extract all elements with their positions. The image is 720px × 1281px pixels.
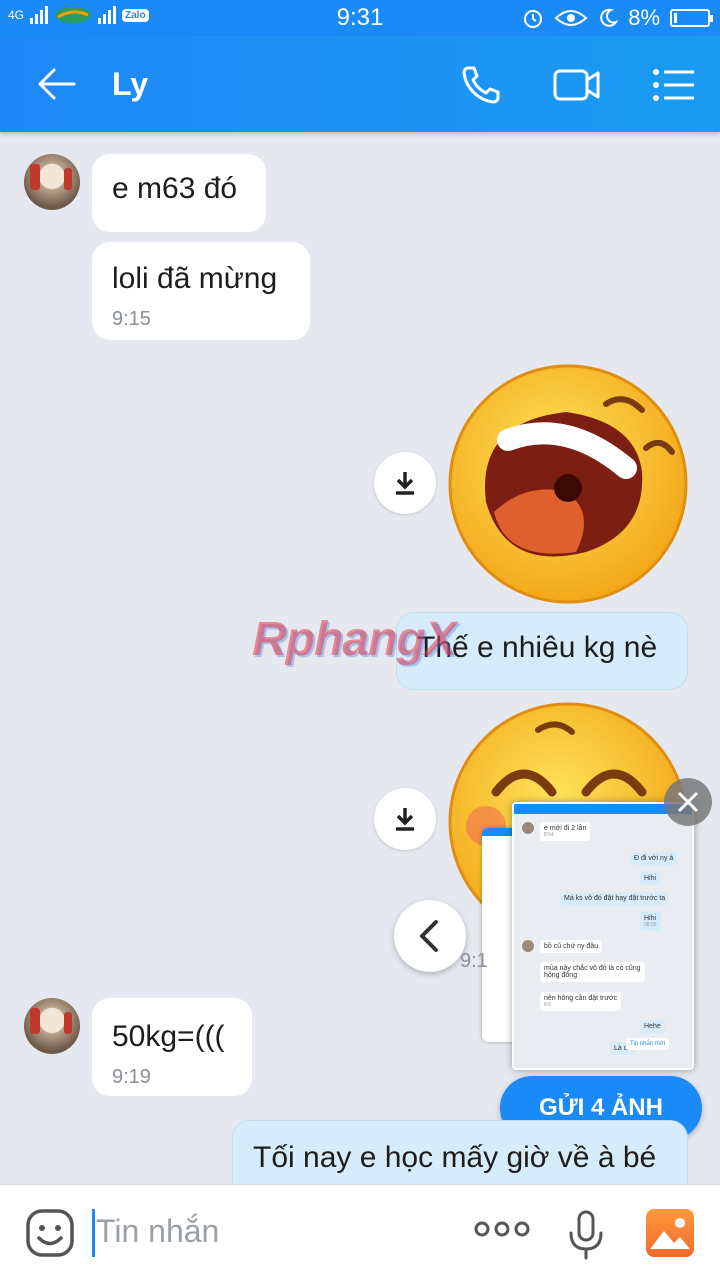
message-text: Tối nay e học mấy giờ về à bé <box>253 1141 657 1174</box>
back-arrow-icon[interactable] <box>34 62 78 106</box>
message-composer: Tin nhắn <box>0 1184 720 1281</box>
download-sticker-button[interactable] <box>374 788 436 850</box>
phone-call-icon[interactable] <box>458 62 508 108</box>
chat-header: Ly <box>0 36 720 132</box>
watermark-logo: RphangX <box>252 613 457 666</box>
sticker-emoji-icon[interactable] <box>24 1207 76 1259</box>
image-gallery-icon[interactable] <box>644 1207 696 1259</box>
message-text: e m63 đó <box>112 172 238 205</box>
message-bubble-incoming[interactable]: loli đã mừng 9:15 <box>92 242 310 340</box>
message-input[interactable]: Tin nhắn <box>96 1213 219 1250</box>
microphone-icon[interactable] <box>566 1209 606 1261</box>
message-text: 50kg=((( <box>112 1020 225 1053</box>
chevron-left-icon <box>420 920 438 952</box>
more-options-icon[interactable] <box>474 1219 530 1239</box>
alarm-icon <box>524 10 543 28</box>
message-time: 9:19 <box>112 1066 151 1088</box>
message-time: 9:1 <box>460 950 488 972</box>
previous-image-button[interactable] <box>394 900 466 972</box>
laughing-face-sticker[interactable] <box>446 362 690 606</box>
download-icon <box>396 808 414 831</box>
message-time: 9:15 <box>112 308 151 330</box>
video-call-icon[interactable] <box>552 62 602 108</box>
download-sticker-button[interactable] <box>374 452 436 514</box>
close-preview-button[interactable] <box>664 778 712 826</box>
menu-list-icon[interactable] <box>650 62 700 108</box>
message-bubble-incoming[interactable]: 50kg=((( 9:19 <box>92 998 252 1096</box>
contact-avatar[interactable] <box>24 154 80 210</box>
message-bubble-incoming[interactable]: e m63 đó <box>92 154 266 232</box>
eye-icon <box>554 10 588 26</box>
download-icon <box>396 472 414 495</box>
text-cursor <box>92 1209 95 1257</box>
contact-name[interactable]: Ly <box>112 66 148 103</box>
status-bar: 4G Zalo 9:31 8% <box>0 0 720 36</box>
contact-avatar[interactable] <box>24 998 80 1054</box>
battery-percent: 8% <box>628 5 660 30</box>
close-icon <box>677 791 699 813</box>
battery-icon <box>670 9 713 27</box>
message-text: loli đã mừng <box>112 262 278 295</box>
moon-icon <box>600 8 619 27</box>
image-preview-card[interactable]: e mới đi 2 lần 8:54 Đ đi với ny à Hihi Mà… <box>512 802 694 1070</box>
